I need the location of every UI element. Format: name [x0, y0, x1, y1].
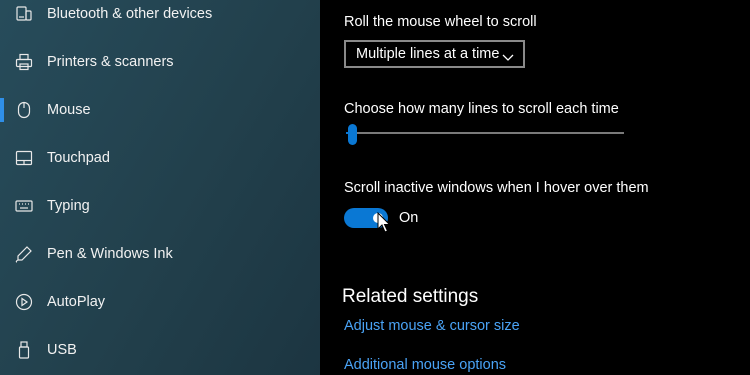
sidebar-item-bluetooth[interactable]: Bluetooth & other devices — [0, 0, 320, 34]
related-settings-heading: Related settings — [342, 286, 479, 307]
autoplay-icon — [14, 292, 34, 312]
keyboard-icon — [14, 196, 34, 216]
sidebar-item-label: AutoPlay — [47, 294, 106, 310]
sidebar-item-label: Typing — [47, 198, 90, 214]
sidebar-item-printers[interactable]: Printers & scanners — [0, 42, 320, 82]
settings-sidebar: Bluetooth & other devices Printers & sca… — [0, 0, 320, 375]
lines-slider-track[interactable] — [346, 132, 624, 134]
printer-icon — [14, 52, 34, 72]
sidebar-item-autoplay[interactable]: AutoPlay — [0, 282, 320, 322]
sidebar-item-label: Bluetooth & other devices — [47, 6, 213, 22]
lines-slider-thumb[interactable] — [348, 124, 357, 145]
sidebar-item-label: Touchpad — [47, 150, 110, 166]
sidebar-item-label: Pen & Windows Ink — [47, 246, 173, 262]
sidebar-item-typing[interactable]: Typing — [0, 186, 320, 226]
sidebar-item-mouse[interactable]: Mouse — [0, 90, 320, 130]
sidebar-item-touchpad[interactable]: Touchpad — [0, 138, 320, 178]
scroll-mode-dropdown[interactable]: Multiple lines at a time — [344, 40, 525, 68]
pen-icon — [14, 244, 34, 264]
touchpad-icon — [14, 148, 34, 168]
mouse-icon — [14, 100, 34, 120]
chevron-down-icon — [502, 49, 514, 67]
adjust-cursor-size-link[interactable]: Adjust mouse & cursor size — [344, 318, 520, 334]
sidebar-item-label: USB — [47, 342, 77, 358]
usb-icon — [14, 340, 34, 360]
additional-mouse-options-link[interactable]: Additional mouse options — [344, 357, 506, 373]
inactive-scroll-label: Scroll inactive windows when I hover ove… — [344, 180, 649, 196]
sidebar-item-pen[interactable]: Pen & Windows Ink — [0, 234, 320, 274]
lines-setting-label: Choose how many lines to scroll each tim… — [344, 101, 619, 117]
mouse-cursor-icon — [377, 211, 391, 239]
sidebar-item-usb[interactable]: USB — [0, 330, 320, 370]
bluetooth-devices-icon — [14, 4, 34, 24]
toggle-state-label: On — [399, 210, 419, 226]
dropdown-value: Multiple lines at a time — [356, 46, 500, 62]
scroll-setting-label: Roll the mouse wheel to scroll — [344, 14, 537, 30]
sidebar-item-label: Printers & scanners — [47, 54, 174, 70]
mouse-settings-content: Roll the mouse wheel to scroll Multiple … — [320, 0, 750, 375]
selected-indicator — [0, 98, 4, 122]
sidebar-item-label: Mouse — [47, 102, 91, 118]
